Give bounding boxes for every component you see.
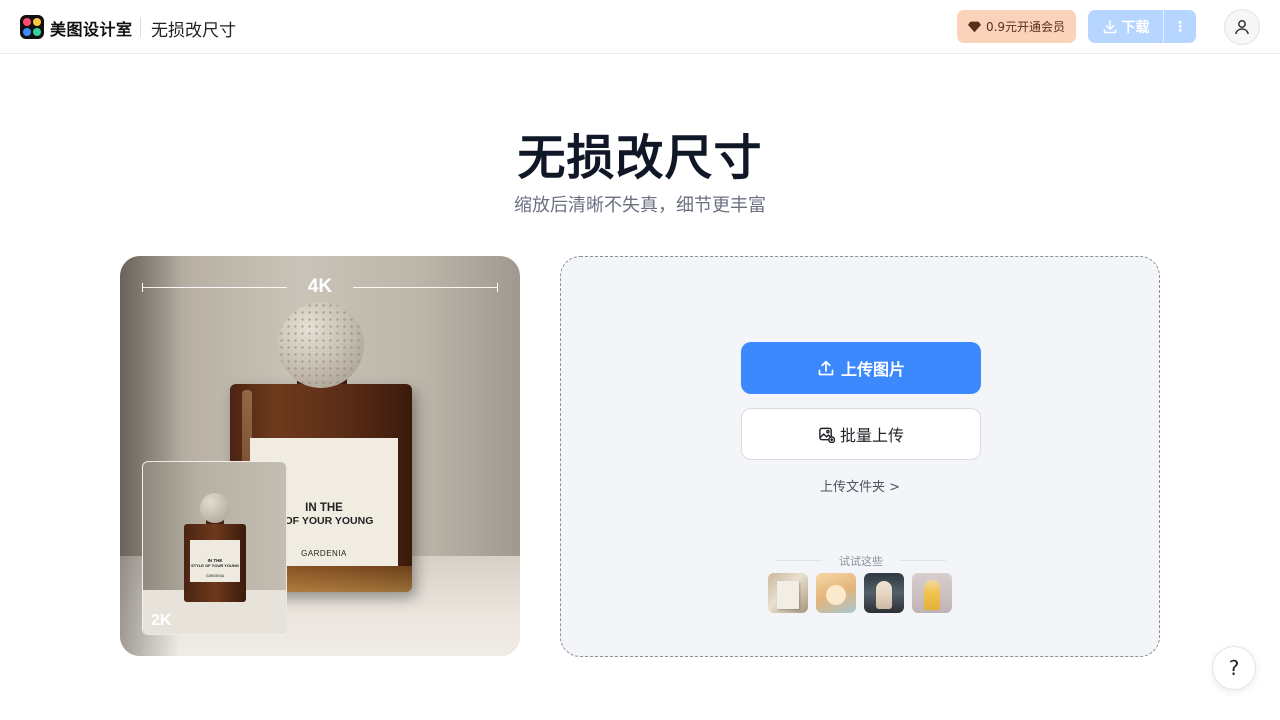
try-samples-label: 试试这些: [839, 555, 883, 568]
sample-image-portrait[interactable]: [864, 573, 904, 613]
measure-line-left: [142, 287, 287, 288]
measure-tick-right: [497, 283, 498, 292]
bottle-cap-texture: [278, 302, 364, 388]
download-icon: [1103, 19, 1116, 33]
vip-button[interactable]: 0.9元开通会员: [957, 10, 1076, 43]
resolution-2k-label: 2K: [151, 612, 172, 629]
batch-upload-button-label: 批量上传: [839, 426, 904, 445]
resolution-4k-label: 4K: [307, 276, 333, 297]
help-button[interactable]: ?: [1212, 646, 1256, 690]
brand-divider: [140, 17, 141, 37]
page-title: 无损改尺寸: [517, 130, 763, 186]
download-button-group: 下载 ⋮: [1088, 10, 1196, 43]
bottle-label-line2: E OF YOUR YOUNG: [274, 515, 374, 527]
thumbnail-label-line2: STYLE OF YOUR YOUNG: [191, 563, 239, 568]
bottle-label-line1: IN THE: [305, 502, 343, 514]
sample-image-card[interactable]: [768, 573, 808, 613]
sample-image-girl[interactable]: [912, 573, 952, 613]
thumbnail-bottle-label: IN THE STYLE OF YOUR YOUNG GARDENIA: [190, 540, 240, 582]
thumbnail-2k: IN THE STYLE OF YOUR YOUNG GARDENIA 2K: [142, 461, 287, 635]
sample-images: [768, 573, 952, 613]
upload-icon: [818, 360, 834, 376]
top-bar: 美图设计室 无损改尺寸 0.9元开通会员 下载 ⋮: [0, 0, 1280, 54]
measure-line-right: [353, 287, 498, 288]
sample-image-room[interactable]: [816, 573, 856, 613]
upload-dropzone[interactable]: 上传图片 批量上传 上传文件夹 > 试试这些: [560, 256, 1160, 657]
batch-images-icon: [819, 427, 835, 443]
try-samples-heading: 试试这些: [776, 553, 946, 568]
user-avatar-button[interactable]: [1224, 9, 1260, 45]
try-divider-right: [900, 560, 946, 561]
try-divider-left: [776, 560, 822, 561]
meitu-logo-icon[interactable]: [20, 15, 44, 39]
thumbnail-label-line3: GARDENIA: [205, 574, 225, 578]
download-button-label: 下载: [1121, 19, 1150, 36]
upload-image-button-label: 上传图片: [840, 360, 905, 379]
bottle-label-line3: GARDENIA: [301, 549, 347, 558]
diamond-icon: [967, 21, 981, 33]
thumbnail-bottle-cap: [200, 493, 230, 523]
download-button[interactable]: 下载: [1088, 10, 1164, 43]
upload-image-button[interactable]: 上传图片: [741, 342, 981, 394]
batch-upload-button[interactable]: 批量上传: [741, 408, 981, 460]
user-icon: [1235, 20, 1249, 35]
brand-name[interactable]: 美图设计室: [50, 16, 133, 40]
upload-folder-link[interactable]: 上传文件夹 >: [561, 476, 1159, 495]
page-subtitle: 缩放后清晰不失真，细节更丰富: [514, 195, 766, 216]
vip-button-label: 0.9元开通会员: [985, 20, 1066, 34]
page-name: 无损改尺寸: [151, 21, 236, 41]
download-more-button[interactable]: ⋮: [1164, 10, 1196, 43]
example-preview-image: IN THE E OF YOUR YOUNG GARDENIA 4K IN TH…: [120, 256, 520, 656]
